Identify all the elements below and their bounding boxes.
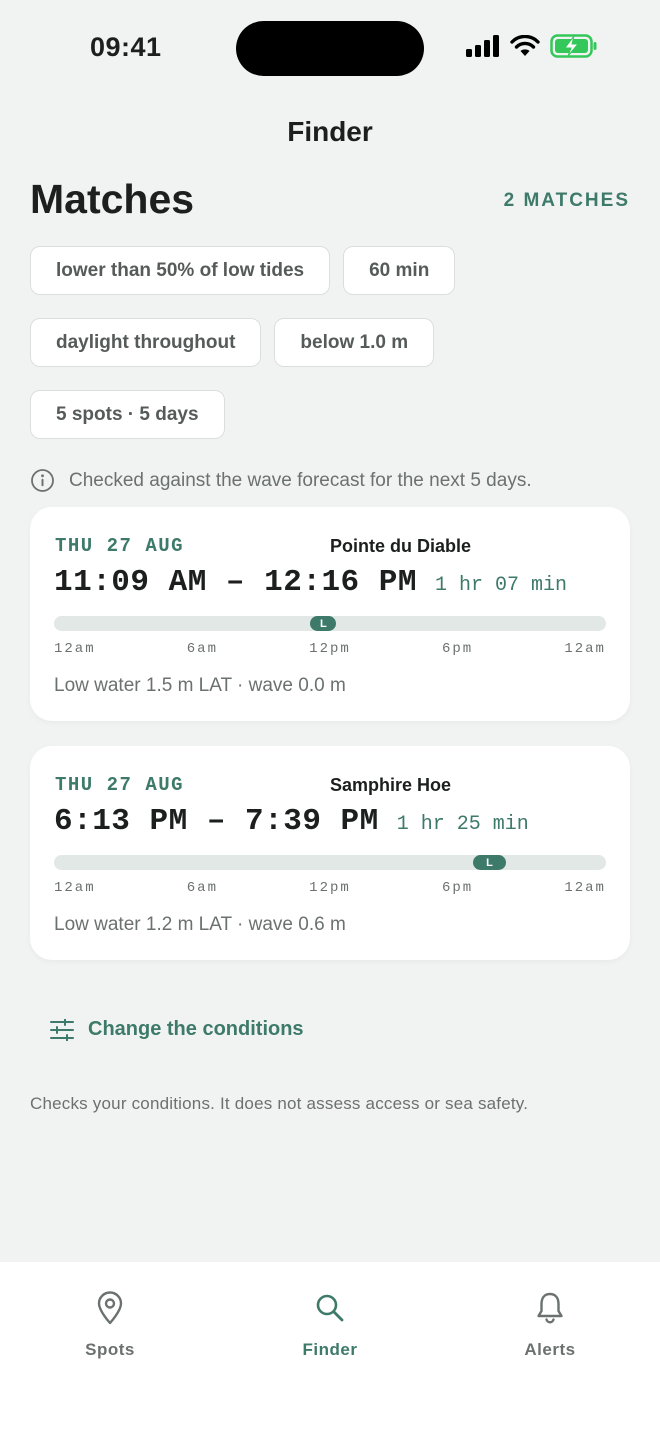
search-icon bbox=[316, 1294, 344, 1322]
timeline-tick: 12am bbox=[564, 880, 606, 896]
match-date: THU 27 AUG bbox=[55, 774, 185, 796]
condition-chip-row: lower than 50% of low tides 60 min bbox=[30, 246, 456, 295]
timeline-tick: 12am bbox=[54, 880, 96, 896]
change-conditions-button[interactable]: Change the conditions bbox=[50, 1018, 304, 1041]
condition-chip-scope[interactable]: 5 spots · 5 days bbox=[30, 390, 225, 439]
info-icon bbox=[31, 469, 54, 492]
match-duration: 1 hr 25 min bbox=[396, 813, 529, 836]
page-title: Matches bbox=[30, 176, 195, 222]
tab-spots[interactable]: Spots bbox=[30, 1290, 190, 1360]
condition-chip-height[interactable]: below 1.0 m bbox=[274, 318, 435, 367]
timeline-tick: 12am bbox=[54, 641, 96, 657]
timeline-tick: 6am bbox=[186, 880, 218, 896]
timeline-tick: 6am bbox=[186, 641, 218, 657]
tab-alerts[interactable]: Alerts bbox=[470, 1290, 630, 1360]
tab-label: Spots bbox=[85, 1340, 135, 1359]
sliders-icon bbox=[50, 1018, 74, 1041]
wifi-icon bbox=[510, 35, 540, 56]
tab-bar: Spots Finder Alerts bbox=[0, 1262, 660, 1434]
safety-disclaimer: Checks your conditions. It does not asse… bbox=[30, 1094, 529, 1113]
timeline-tick: 12am bbox=[564, 641, 606, 657]
timeline-tick: 6pm bbox=[441, 641, 474, 657]
status-bar: 09:41 bbox=[0, 0, 660, 96]
match-times: 11:09 AM – 12:16 PM 1 hr 07 min bbox=[54, 565, 567, 600]
nav-title: Finder bbox=[287, 116, 373, 147]
match-count-badge: 2 MATCHES bbox=[503, 190, 630, 211]
map-pin-icon bbox=[97, 1291, 123, 1325]
match-duration: 1 hr 07 min bbox=[434, 574, 567, 597]
bell-icon bbox=[537, 1292, 563, 1324]
condition-chip-tide-percent[interactable]: lower than 50% of low tides bbox=[30, 246, 331, 295]
tab-finder[interactable]: Finder bbox=[250, 1290, 410, 1360]
condition-chip-row: daylight throughout below 1.0 m bbox=[30, 318, 435, 367]
match-spot-name: Samphire Hoe bbox=[330, 775, 452, 795]
condition-chip-duration[interactable]: 60 min bbox=[343, 246, 456, 295]
forecast-info-text: Checked against the wave forecast for th… bbox=[69, 469, 532, 491]
timeline-tick: 12pm bbox=[309, 641, 351, 657]
match-card[interactable]: THU 27 AUG Samphire Hoe 6:13 PM – 7:39 P… bbox=[30, 746, 630, 960]
match-time-range: 11:09 AM – 12:16 PM bbox=[54, 565, 417, 600]
signal-icon bbox=[466, 35, 499, 57]
timeline-tick-labels: 12am 6am 12pm 6pm 12am bbox=[54, 880, 606, 896]
condition-chip-daylight[interactable]: daylight throughout bbox=[30, 318, 262, 367]
match-spot-name: Pointe du Diable bbox=[330, 536, 472, 556]
match-times: 6:13 PM – 7:39 PM 1 hr 25 min bbox=[54, 804, 529, 839]
low-tide-window-marker: L bbox=[473, 855, 506, 870]
day-timeline: L bbox=[54, 616, 606, 631]
status-icons bbox=[466, 34, 598, 58]
forecast-info: Checked against the wave forecast for th… bbox=[30, 468, 532, 493]
dynamic-island bbox=[236, 21, 424, 76]
low-tide-window-marker: L bbox=[310, 616, 337, 631]
match-summary: Low water 1.2 m LAT · wave 0.6 m bbox=[54, 914, 346, 935]
day-timeline: L bbox=[54, 855, 606, 870]
status-time: 09:41 bbox=[90, 32, 162, 62]
battery-charging-icon bbox=[550, 34, 597, 58]
timeline-tick: 12pm bbox=[309, 880, 351, 896]
match-time-range: 6:13 PM – 7:39 PM bbox=[54, 804, 379, 839]
condition-chip-row: 5 spots · 5 days bbox=[30, 390, 225, 439]
match-card[interactable]: THU 27 AUG Pointe du Diable 11:09 AM – 1… bbox=[30, 507, 630, 721]
tab-label: Finder bbox=[302, 1340, 358, 1359]
tab-label: Alerts bbox=[524, 1340, 576, 1359]
change-conditions-label: Change the conditions bbox=[88, 1018, 304, 1040]
timeline-tick-labels: 12am 6am 12pm 6pm 12am bbox=[54, 641, 606, 657]
match-summary: Low water 1.5 m LAT · wave 0.0 m bbox=[54, 675, 346, 696]
match-date: THU 27 AUG bbox=[55, 535, 185, 557]
timeline-tick: 6pm bbox=[441, 880, 474, 896]
